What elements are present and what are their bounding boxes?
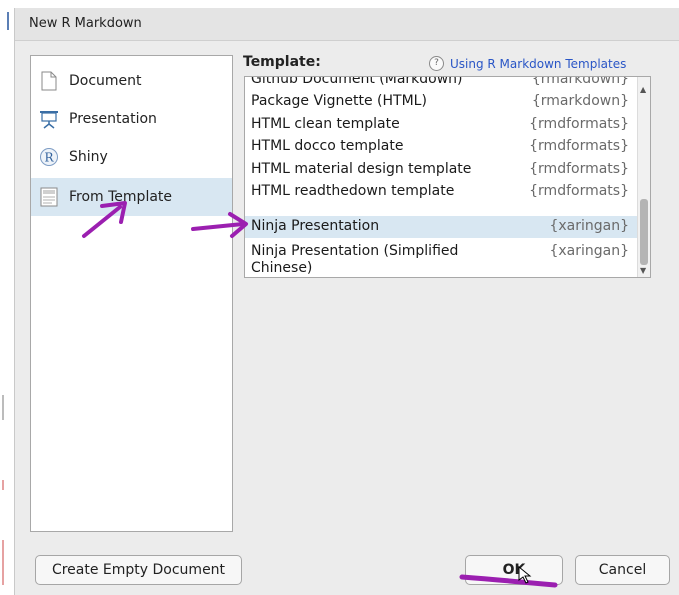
template-row-selected[interactable]: Ninja Presentation {xaringan}	[245, 216, 637, 238]
template-name: Ninja Presentation	[251, 218, 380, 234]
cancel-button[interactable]: Cancel	[575, 555, 670, 585]
template-row[interactable]: HTML readthedown template {rmdformats}	[245, 181, 637, 203]
template-package: {rmdformats}	[529, 183, 629, 199]
template-package: {rmarkdown}	[531, 93, 629, 109]
template-list[interactable]: Github Document (Markdown) {rmarkdown} P…	[244, 76, 651, 278]
template-package: {rmdformats}	[529, 138, 629, 154]
template-name: Github Document (Markdown)	[251, 76, 463, 87]
template-name: Ninja Presentation (Simplified Chinese)	[251, 243, 459, 276]
r-shiny-icon: R	[39, 147, 59, 167]
format-list: Document Presentation R Shiny From Templ…	[30, 55, 233, 532]
template-row[interactable]: HTML material design template {rmdformat…	[245, 159, 637, 181]
help-link-text[interactable]: Using R Markdown Templates	[450, 57, 626, 71]
format-label: Document	[69, 73, 142, 89]
format-item-document[interactable]: Document	[31, 62, 232, 100]
template-name: HTML clean template	[251, 116, 400, 132]
template-package: {rmdformats}	[529, 161, 629, 177]
create-empty-document-button[interactable]: Create Empty Document	[35, 555, 242, 585]
svg-text:R: R	[44, 151, 54, 165]
scroll-down-icon[interactable]: ▼	[640, 266, 646, 275]
template-row[interactable]: HTML clean template {rmdformats}	[245, 114, 637, 136]
template-name: HTML material design template	[251, 161, 472, 177]
window-edge-marks	[0, 0, 14, 595]
template-row[interactable]: HTML docco template {rmdformats}	[245, 136, 637, 158]
document-icon	[39, 71, 59, 91]
help-icon: ?	[429, 56, 444, 71]
format-item-shiny[interactable]: R Shiny	[31, 138, 232, 176]
template-icon	[39, 187, 59, 207]
title-bar: New R Markdown	[15, 8, 679, 41]
format-label: From Template	[69, 189, 173, 205]
ok-button[interactable]: OK	[465, 555, 563, 585]
help-link[interactable]: ? Using R Markdown Templates	[429, 56, 626, 71]
scroll-thumb[interactable]	[640, 199, 648, 265]
scroll-up-icon[interactable]: ▲	[640, 85, 646, 94]
template-package: {rmdformats}	[529, 116, 629, 132]
presentation-icon	[39, 109, 59, 129]
dialog-title: New R Markdown	[29, 16, 142, 31]
format-item-presentation[interactable]: Presentation	[31, 100, 232, 138]
template-package: {xaringan}	[549, 218, 629, 234]
template-name: HTML readthedown template	[251, 183, 455, 199]
template-package: {xaringan}	[549, 243, 629, 259]
template-heading: Template:	[243, 54, 321, 70]
template-row[interactable]: Github Document (Markdown) {rmarkdown}	[245, 76, 637, 91]
format-label: Presentation	[69, 111, 157, 127]
template-package: {rmarkdown}	[531, 76, 629, 87]
format-item-from-template[interactable]: From Template	[31, 178, 232, 216]
template-row[interactable]: Package Vignette (HTML) {rmarkdown}	[245, 91, 637, 113]
format-label: Shiny	[69, 149, 108, 165]
new-r-markdown-dialog: New R Markdown Document Presentation R S…	[14, 8, 679, 595]
template-row[interactable]: Ninja Presentation (Simplified Chinese) …	[245, 241, 637, 277]
template-name: HTML docco template	[251, 138, 404, 154]
template-name: Package Vignette (HTML)	[251, 93, 427, 109]
template-scrollbar[interactable]: ▲ ▼	[637, 77, 650, 277]
